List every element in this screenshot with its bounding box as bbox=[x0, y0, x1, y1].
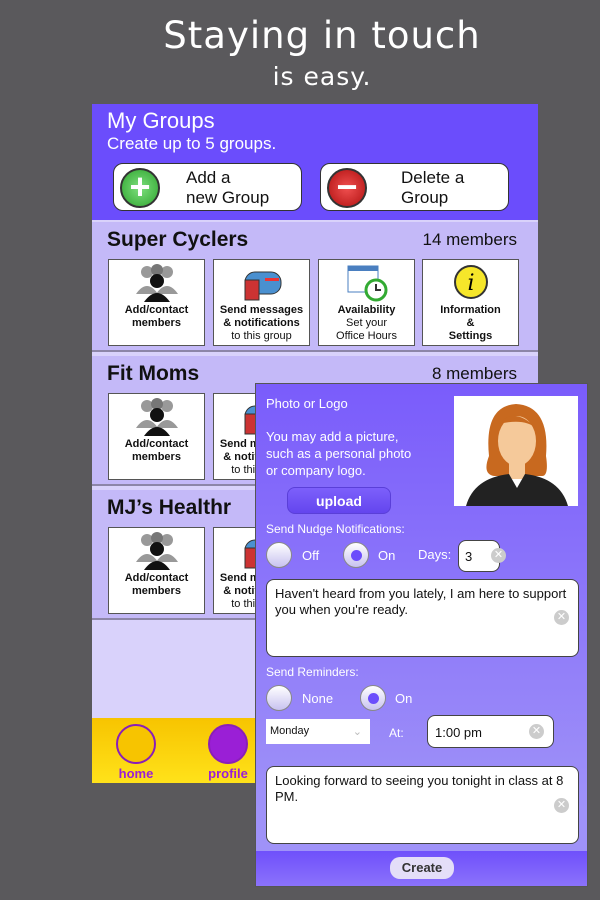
tile-contact[interactable]: Add/contact members bbox=[108, 259, 205, 346]
face-profile-icon bbox=[208, 724, 248, 764]
tile-label: Information bbox=[440, 304, 501, 316]
group-card: Super Cyclers 14 members Add/contact member… bbox=[92, 222, 538, 352]
clear-time-icon[interactable]: ✕ bbox=[529, 724, 544, 739]
calendar-clock-icon bbox=[319, 260, 414, 304]
photo-label: Photo or Logo bbox=[266, 396, 348, 411]
people-icon bbox=[109, 528, 204, 572]
days-label: Days: bbox=[418, 547, 452, 562]
clear-reminder-icon[interactable]: ✕ bbox=[554, 798, 569, 813]
nudge-message-input[interactable]: Haven't heard from you lately, I am here… bbox=[266, 579, 579, 657]
tile-contact[interactable]: Add/contact members bbox=[108, 527, 205, 614]
delete-group-button[interactable]: − Delete a Group bbox=[320, 163, 509, 211]
nudge-off-radio[interactable] bbox=[266, 542, 292, 568]
tile-messages[interactable]: Send messages& notificationsto this grou… bbox=[213, 259, 310, 346]
add-label-2: new Group bbox=[186, 188, 270, 207]
tile-label: members bbox=[132, 585, 181, 597]
add-label-1: Add a bbox=[186, 168, 231, 187]
reminder-message-input[interactable]: Looking forward to seeing you tonight in… bbox=[266, 766, 579, 844]
meditation-icon bbox=[116, 724, 156, 764]
page-subtitle: Create up to 5 groups. bbox=[107, 134, 277, 153]
tile-label: Send messages bbox=[219, 304, 304, 316]
minus-icon: − bbox=[327, 168, 367, 208]
tile-label: Settings bbox=[448, 330, 493, 342]
tile-availability[interactable]: AvailabilitySet yourOffice Hours bbox=[318, 259, 415, 346]
add-group-button[interactable]: + Add a new Group bbox=[113, 163, 302, 211]
tile-label: & notifications bbox=[223, 317, 300, 329]
nav-home[interactable]: home bbox=[106, 724, 166, 781]
mailbox-icon bbox=[214, 260, 309, 304]
clear-days-icon[interactable]: ✕ bbox=[491, 548, 506, 563]
reminder-on-label: On bbox=[395, 691, 413, 706]
tile-label: to this group bbox=[231, 330, 292, 342]
tile-label: Office Hours bbox=[336, 330, 397, 342]
headline: Staying in touch bbox=[163, 14, 481, 57]
tile-label: Availability bbox=[337, 304, 396, 316]
people-icon bbox=[109, 260, 204, 304]
photo-help: You may add a picture, such as a personal… bbox=[266, 429, 412, 478]
create-button[interactable]: Create bbox=[390, 857, 454, 879]
plus-icon: + bbox=[120, 168, 160, 208]
group-name[interactable]: Fit Moms bbox=[107, 362, 199, 386]
tile-label: Set your bbox=[346, 317, 387, 329]
nav-profile[interactable]: profile bbox=[198, 724, 258, 781]
tile-label: Add/contact bbox=[124, 438, 189, 450]
people-icon bbox=[109, 394, 204, 438]
page-title: My Groups bbox=[107, 108, 215, 133]
reminders-label: Send Reminders: bbox=[266, 665, 359, 679]
day-select-value: Monday bbox=[270, 725, 310, 737]
subheadline: is easy. bbox=[272, 62, 372, 91]
create-bar: Create bbox=[256, 851, 587, 886]
group-name[interactable]: Super Cyclers bbox=[107, 228, 248, 252]
delete-label-1: Delete a bbox=[401, 168, 465, 187]
nav-profile-label: profile bbox=[208, 766, 248, 781]
tile-contact[interactable]: Add/contact members bbox=[108, 393, 205, 480]
at-label: At: bbox=[389, 726, 404, 740]
clear-nudge-icon[interactable]: ✕ bbox=[554, 610, 569, 625]
nudge-on-label: On bbox=[378, 548, 396, 563]
svg-text:i: i bbox=[467, 271, 474, 296]
group-members: 8 members bbox=[431, 364, 517, 383]
nudge-off-label: Off bbox=[302, 548, 320, 563]
group-settings-panel: Photo or Logo You may add a picture, such… bbox=[255, 383, 588, 887]
group-name[interactable]: MJ’s Healthr bbox=[107, 496, 231, 520]
tile-label: & bbox=[466, 317, 475, 329]
tile-label: members bbox=[132, 451, 181, 463]
reminder-on-radio[interactable] bbox=[360, 685, 386, 711]
tile-info[interactable]: i Information&Settings bbox=[422, 259, 519, 346]
delete-label-2: Group bbox=[401, 188, 449, 207]
tile-label: Add/contact bbox=[124, 304, 189, 316]
info-icon: i bbox=[423, 260, 518, 304]
group-members: 14 members bbox=[422, 230, 517, 249]
reminder-none-label: None bbox=[302, 691, 334, 706]
nudge-label: Send Nudge Notifications: bbox=[266, 522, 405, 536]
upload-button[interactable]: upload bbox=[287, 487, 391, 514]
tile-label: Add/contact bbox=[124, 572, 189, 584]
day-select[interactable]: Monday ⌄ bbox=[266, 719, 370, 744]
chevron-down-icon: ⌄ bbox=[352, 726, 362, 738]
reminder-none-radio[interactable] bbox=[266, 685, 292, 711]
tile-label: members bbox=[132, 317, 181, 329]
nudge-on-radio[interactable] bbox=[343, 542, 369, 568]
header: My Groups Create up to 5 groups. + Add a… bbox=[92, 104, 538, 220]
profile-photo[interactable] bbox=[454, 396, 578, 506]
nav-home-label: home bbox=[118, 766, 154, 781]
